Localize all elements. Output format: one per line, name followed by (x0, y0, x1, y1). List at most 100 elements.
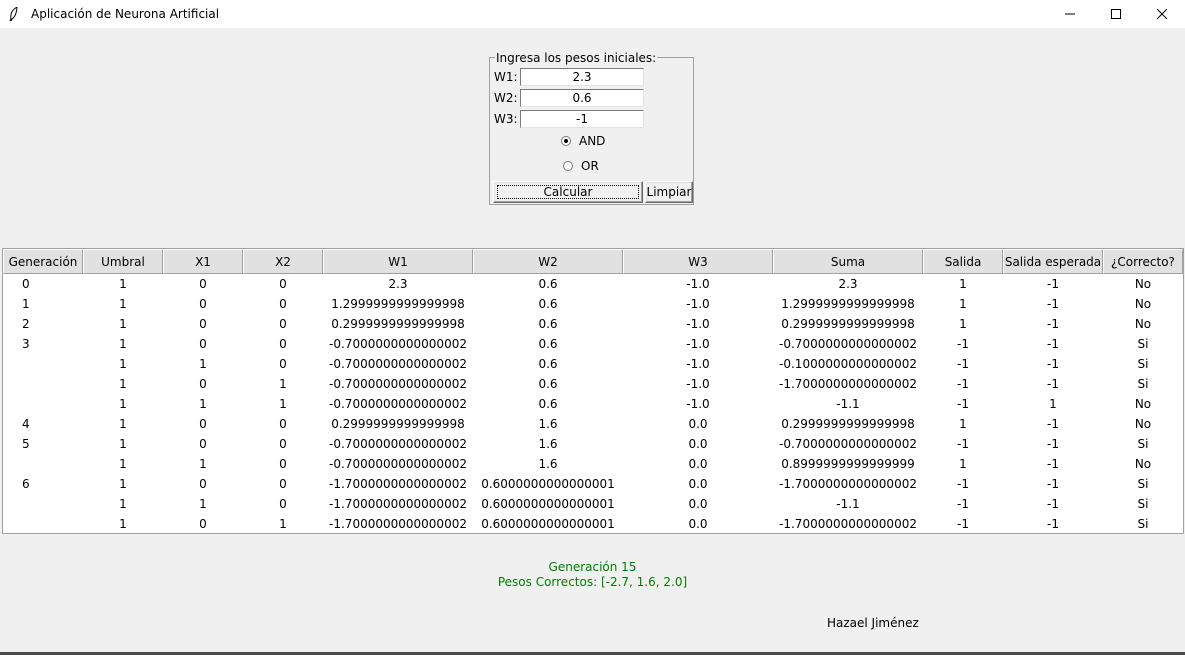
table-cell: 1 (959, 277, 967, 291)
table-row[interactable]: 6 1 0 0 -1.7000000000000002 0.600000000000000… (3, 474, 1183, 494)
table-row[interactable]: 1 1 0 -1.7000000000000002 0.6000000000000001… (3, 494, 1183, 514)
table-row[interactable]: 4 1 0 0 0.2999999999999998 1.6 0.0 0.2999999999… (3, 414, 1183, 434)
table-row[interactable]: 1 1 1 -0.7000000000000002 0.6 -1.0 -1.1 -1 1 No (3, 394, 1183, 414)
table-cell: -1 (957, 397, 969, 411)
minimize-icon (1065, 13, 1075, 15)
maximize-button[interactable] (1093, 0, 1139, 28)
w2-input[interactable]: 0.6 (520, 89, 644, 107)
table-row[interactable]: 2 1 0 0 0.2999999999999998 0.6 -1.0 0.299999999… (3, 314, 1183, 334)
table-cell: Si (1137, 337, 1149, 351)
column-header[interactable]: ¿Correcto? (1103, 249, 1183, 274)
table-cell: 0 (199, 377, 207, 391)
table-cell: 1 (119, 297, 127, 311)
w1-label: W1: (494, 70, 518, 84)
column-header[interactable]: Umbral (83, 249, 163, 274)
table-cell: 6 (22, 477, 30, 491)
and-radio-label: AND (579, 134, 606, 148)
feather-icon (9, 6, 23, 22)
table-cell: 0 (279, 357, 287, 371)
table-cell: -1 (1047, 517, 1059, 531)
table-cell: 1.2999999999999998 (781, 297, 915, 311)
column-header[interactable]: Suma (773, 249, 923, 274)
table-cell: 1.2999999999999998 (331, 297, 465, 311)
table-cell: -1.7000000000000002 (779, 517, 917, 531)
table-row[interactable]: 5 1 0 0 -0.7000000000000002 1.6 0.0 -0.70000000… (3, 434, 1183, 454)
table-cell: -0.7000000000000002 (779, 337, 917, 351)
w3-input[interactable]: -1 (520, 110, 644, 128)
table-cell: 1 (199, 457, 207, 471)
limpiar-button-label: Limpiar (646, 185, 692, 199)
table-cell: -1.7000000000000002 (779, 377, 917, 391)
table-cell: 3 (22, 337, 30, 351)
weights-frame: Ingresa los pesos iniciales: W1: 2.3 W2:… (489, 51, 694, 205)
table-cell: 1 (199, 357, 207, 371)
table-cell: 0.0 (688, 437, 708, 451)
table-cell: 0.0 (688, 517, 708, 531)
limpiar-button[interactable]: Limpiar (645, 181, 693, 203)
column-header[interactable]: X2 (243, 249, 323, 274)
table-row[interactable]: 1 1 0 -0.7000000000000002 0.6 -1.0 -0.10000000… (3, 354, 1183, 374)
table-cell: No (1134, 277, 1152, 291)
close-button[interactable] (1139, 0, 1185, 28)
column-header[interactable]: W3 (623, 249, 773, 274)
table-cell: -1 (957, 357, 969, 371)
column-header[interactable]: Generación (3, 249, 83, 274)
column-header[interactable]: Salida (923, 249, 1003, 274)
table-cell: 0 (199, 297, 207, 311)
table-cell: -1.1 (836, 397, 860, 411)
table-cell: 0 (199, 417, 207, 431)
table-row[interactable]: 0 1 0 0 2.3 0.6 -1.0 2.3 1 -1 No (3, 274, 1183, 294)
table-cell: 0.8999999999999999 (781, 457, 915, 471)
column-header[interactable]: X1 (163, 249, 243, 274)
table-body: 0 1 0 0 2.3 0.6 -1.0 2.3 1 -1 No 1 1 0 0 1.299999999999… (3, 274, 1183, 534)
table-cell: 5 (22, 437, 30, 451)
w1-input[interactable]: 2.3 (520, 68, 644, 86)
table-cell: 1 (279, 517, 287, 531)
table-cell: -1.7000000000000002 (329, 477, 467, 491)
table-cell: -1.0 (686, 357, 710, 371)
calcular-button[interactable]: Calcular (493, 181, 643, 203)
table-cell: 0 (279, 477, 287, 491)
table-row[interactable]: 1 0 1 -0.7000000000000002 0.6 -1.0 -1.70000000… (3, 374, 1183, 394)
table-cell: 0.6 (538, 397, 558, 411)
table-row[interactable]: 3 1 0 0 -0.7000000000000002 0.6 -1.0 -0.7000000… (3, 334, 1183, 354)
table-cell: 1 (199, 497, 207, 511)
table-cell: 1 (119, 377, 127, 391)
minimize-button[interactable] (1047, 0, 1093, 28)
table-cell: 0.0 (688, 497, 708, 511)
column-header[interactable]: W2 (473, 249, 623, 274)
and-radio[interactable]: AND (561, 134, 605, 148)
or-radio[interactable]: OR (563, 159, 599, 173)
column-header[interactable]: Salida esperada (1003, 249, 1103, 274)
table-cell: -1 (1047, 277, 1059, 291)
table-cell: Si (1137, 497, 1149, 511)
table-cell: Si (1137, 517, 1149, 531)
table-cell: 1 (959, 457, 967, 471)
column-header[interactable]: W1 (323, 249, 473, 274)
table-cell: -1 (1047, 417, 1059, 431)
table-cell: 1 (119, 337, 127, 351)
table-cell (3, 394, 83, 414)
table-cell: 0 (279, 437, 287, 451)
table-cell: Si (1137, 477, 1149, 491)
table-row[interactable]: 1 1 0 -0.7000000000000002 1.6 0.0 0.8999999999… (3, 454, 1183, 474)
table-row[interactable]: 1 0 1 -1.7000000000000002 0.6000000000000001… (3, 514, 1183, 534)
table-cell: 0 (279, 497, 287, 511)
table-cell: No (1134, 297, 1152, 311)
table-cell (3, 514, 83, 534)
table-cell: 0.2999999999999998 (331, 417, 465, 431)
table-cell: -1.0 (686, 377, 710, 391)
table-cell (3, 454, 83, 474)
table-row[interactable]: 1 1 0 0 1.2999999999999998 0.6 -1.0 1.299999999… (3, 294, 1183, 314)
table-cell: 1 (119, 417, 127, 431)
table-cell: 4 (22, 417, 30, 431)
table-cell: 0.6 (538, 377, 558, 391)
correct-weights-status: Pesos Correctos: [-2.7, 1.6, 2.0] (497, 575, 688, 589)
table-cell: -1 (1047, 497, 1059, 511)
or-radio-label: OR (581, 159, 599, 173)
table-cell: 1 (119, 277, 127, 291)
results-table[interactable]: Generación Umbral X1 X2 W1 W2 W3 Suma Salida Sali… (2, 248, 1184, 534)
table-cell: 0.0 (688, 417, 708, 431)
table-cell: 1 (119, 477, 127, 491)
table-cell: -1 (1047, 357, 1059, 371)
